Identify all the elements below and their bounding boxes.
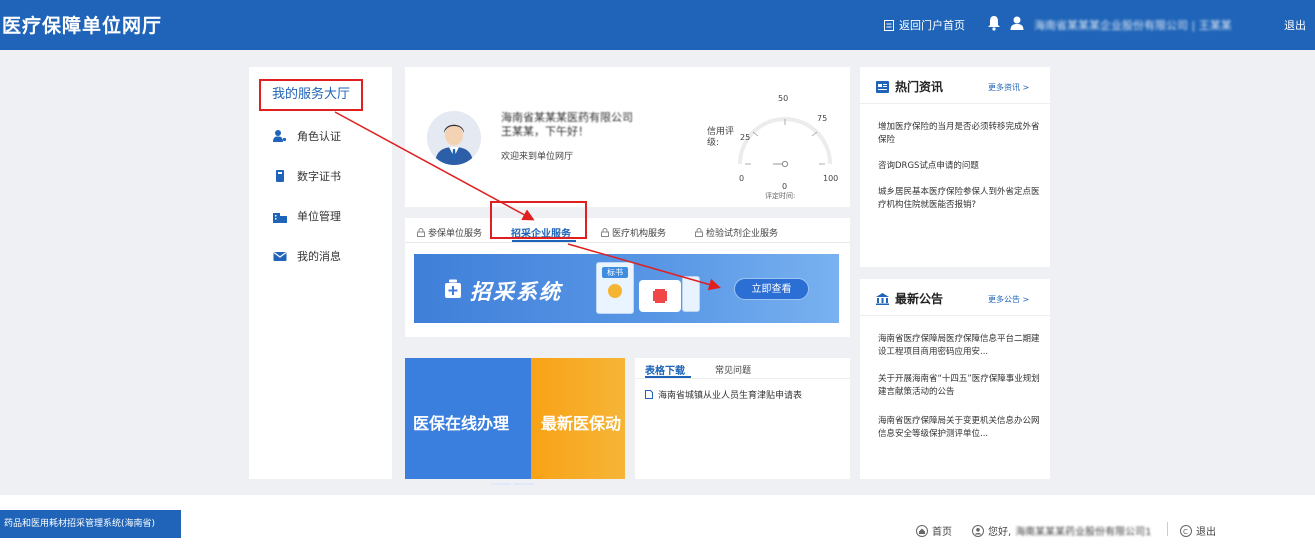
news-item[interactable]: 增加医疗保险的当月是否必须转移完成外省保险 (878, 121, 1043, 147)
sidebar-item-role-auth[interactable]: 角色认证 (273, 128, 341, 144)
building-icon (273, 213, 287, 223)
hot-news-panel: 热门资讯 更多资讯 > 增加医疗保险的当月是否必须转移完成外省保险 咨询DRGS… (860, 67, 1050, 267)
document-icon (884, 19, 894, 31)
procurement-system-button[interactable]: 药品和医用耗材招采管理系统(海南省) (0, 510, 181, 538)
logout-button[interactable]: 退出 (1284, 17, 1306, 33)
hot-news-title: 热门资讯 (876, 78, 943, 95)
notices-panel: 最新公告 更多公告 > 海南省医疗保障局医疗保障信息平台二期建设工程项目商用密码… (860, 279, 1050, 479)
file-icon (645, 390, 653, 399)
company-name: 海南省某某某医药有限公司 王某某，下午好！ (501, 111, 633, 138)
news-item[interactable]: 城乡居民基本医疗保险参保人到外省定点医疗机构住院就医能否报销? (878, 186, 1043, 212)
user-icon (972, 524, 984, 537)
gauge-value: 0 (782, 182, 787, 191)
sidebar-item-messages[interactable]: 我的消息 (273, 248, 341, 264)
avatar (427, 111, 481, 165)
tab-form-download[interactable]: 表格下载 (645, 362, 685, 377)
footer-user: 您好, 海南某某某药业股份有限公司1 (972, 523, 1152, 538)
medicine-box-icon (445, 279, 461, 298)
return-portal-label: 返回门户首页 (899, 19, 965, 32)
procurement-banner[interactable]: 招采系统 标书 立即查看 (414, 254, 839, 323)
gauge-tick-0: 0 (739, 174, 744, 183)
logout-icon: C (1180, 524, 1192, 537)
gauge-tick-100: 100 (823, 174, 838, 183)
more-news-link[interactable]: 更多资讯 > (988, 82, 1029, 93)
lock-icon (695, 228, 703, 237)
carousel-indicator[interactable] (491, 470, 539, 485)
gauge-tick-75: 75 (817, 114, 827, 123)
footer-bar: 药品和医用耗材招采管理系统(海南省) 首页 您好, 海南某某某药业股份有限公司1… (0, 495, 1315, 552)
return-portal-link[interactable]: 返回门户首页 (884, 17, 965, 33)
bell-icon[interactable] (987, 15, 1001, 31)
notice-item[interactable]: 海南省医疗保障局医疗保障信息平台二期建设工程项目商用密码应用安... (878, 333, 1043, 359)
home-icon (916, 524, 928, 537)
promo-online-service[interactable]: 医保在线办理 (405, 358, 531, 479)
credit-gauge: 0 25 50 75 100 0 评定时间: (738, 94, 838, 199)
medical-kit-illustration (639, 280, 681, 312)
sidebar-item-digital-cert[interactable]: 数字证书 (273, 168, 341, 184)
tab-divider (405, 242, 850, 243)
notice-item[interactable]: 海南省医疗保障局关于变更机关信息办公网信息安全等级保护测评单位... (878, 415, 1043, 441)
bank-icon (876, 292, 889, 305)
downloads-panel: 表格下载 常见问题 海南省城镇从业人员生育津贴申请表 (635, 358, 850, 479)
footer-company: 海南某某某药业股份有限公司1 (1015, 527, 1152, 538)
banner-title: 招采系统 (470, 280, 562, 304)
tender-doc-label: 标书 (602, 267, 628, 278)
jar-illustration (682, 276, 700, 312)
certificate-icon (276, 170, 284, 182)
user-icon[interactable] (1010, 15, 1024, 31)
active-tab-indicator (645, 376, 691, 378)
notice-item[interactable]: 关于开展海南省“十四五”医疗保障事业规划建言献策活动的公告 (878, 373, 1043, 399)
app-title: 医疗保障单位网厅 (2, 15, 163, 37)
promo-latest-news[interactable]: 最新医保动 (531, 358, 625, 479)
svg-text:C: C (1183, 528, 1188, 536)
mail-icon (273, 252, 287, 261)
tab-reagent-enterprise[interactable]: 检验试剂企业服务 (695, 226, 778, 239)
welcome-text: 欢迎来到单位网厅 (501, 152, 574, 162)
view-now-button[interactable]: 立即查看 (734, 278, 809, 300)
more-notices-link[interactable]: 更多公告 > (988, 294, 1029, 305)
gauge-tick-50: 50 (778, 94, 788, 103)
tab-medical-institution[interactable]: 医疗机构服务 (601, 226, 666, 239)
footer-logout-button[interactable]: C 退出 (1180, 523, 1216, 538)
tender-doc-illustration: 标书 (596, 262, 634, 314)
tab-faq[interactable]: 常见问题 (715, 363, 751, 376)
gauge-tick-25: 25 (740, 133, 750, 142)
notices-title: 最新公告 (876, 290, 943, 307)
assess-time-label: 评定时间: (765, 191, 795, 199)
sidebar-item-unit-mgmt[interactable]: 单位管理 (273, 208, 341, 224)
tab-highlight-box (490, 201, 587, 239)
news-icon (876, 80, 889, 93)
tab-insured-unit[interactable]: 参保单位服务 (417, 226, 482, 239)
sidebar-item-label: 数字证书 (297, 170, 341, 183)
sidebar: 我的服务大厅 角色认证 数字证书 单位管理 我的消息 (249, 67, 392, 479)
sidebar-item-label: 角色认证 (297, 130, 341, 143)
lock-icon (417, 228, 425, 237)
sidebar-item-label: 我的消息 (297, 250, 341, 263)
active-tab-indicator (512, 240, 576, 242)
username: 海南省某某某企业股份有限公司 | 王某某 (1034, 19, 1232, 32)
footer-home-link[interactable]: 首页 (916, 523, 952, 538)
news-item[interactable]: 咨询DRGS试点申请的问题 (878, 160, 1043, 173)
profile-card: 海南省某某某医药有限公司 王某某，下午好！ 欢迎来到单位网厅 信用评级: 0 2… (405, 67, 850, 207)
sidebar-item-label: 单位管理 (297, 210, 341, 223)
top-header: 医疗保障单位网厅 返回门户首页 海南省某某某企业股份有限公司 | 王某某 退出 (0, 0, 1315, 50)
lock-icon (601, 228, 609, 237)
service-tabs-panel: 参保单位服务 招采企业服务 医疗机构服务 检验试剂企业服务 招采系统 标书 立即… (405, 201, 850, 337)
service-hall-link[interactable]: 我的服务大厅 (259, 79, 363, 111)
user-key-icon (273, 130, 287, 142)
download-item[interactable]: 海南省城镇从业人员生育津贴申请表 (645, 388, 802, 401)
person-avatar-icon (427, 111, 481, 165)
